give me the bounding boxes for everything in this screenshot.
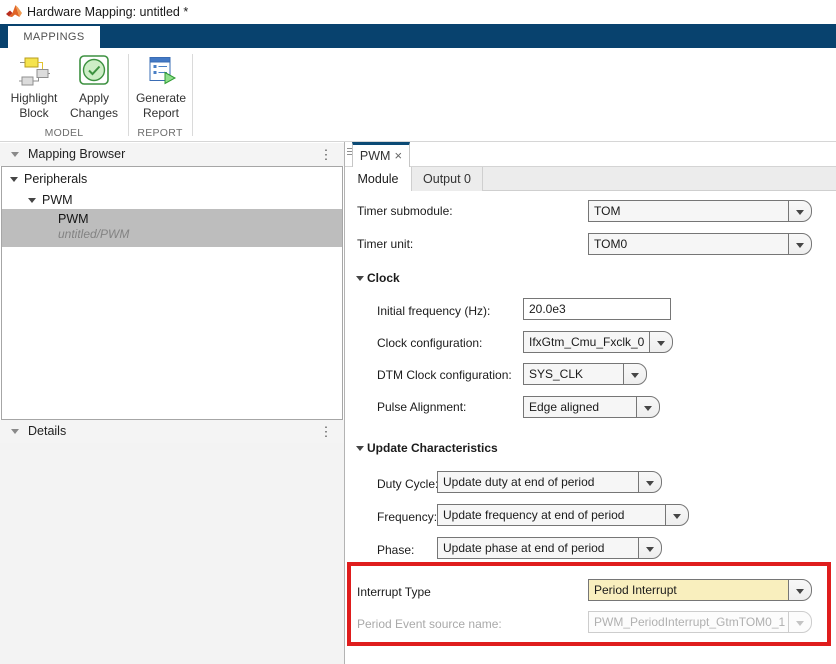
clock-configuration-value[interactable]: IfxGtm_Cmu_Fxclk_0 — [523, 331, 650, 353]
timer-submodule-value[interactable]: TOM — [588, 200, 789, 222]
document-tab-bar: PWM× — [345, 142, 836, 167]
duty-cycle-label: Duty Cycle: — [377, 477, 438, 491]
clock-configuration-select[interactable]: IfxGtm_Cmu_Fxclk_0 — [523, 331, 673, 353]
chevron-down-icon[interactable] — [788, 200, 812, 222]
chevron-down-icon — [788, 611, 812, 633]
initial-frequency-input[interactable] — [523, 298, 671, 320]
toolstrip: Highlight Block Apply Changes Gen — [0, 48, 836, 142]
apply-changes-icon — [78, 54, 110, 86]
tab-module[interactable]: Module — [345, 167, 412, 192]
clock-configuration-label: Clock configuration: — [377, 336, 482, 350]
collapse-triangle-icon[interactable] — [11, 429, 19, 434]
phase-label: Phase: — [377, 543, 414, 557]
expand-triangle-icon[interactable] — [28, 198, 36, 203]
period-event-source-value: PWM_PeriodInterrupt_GtmTOM0_1 — [588, 611, 789, 633]
phase-select[interactable]: Update phase at end of period — [437, 537, 662, 559]
generate-report-icon — [145, 54, 177, 86]
title-bar: Hardware Mapping: untitled * — [0, 0, 836, 24]
chevron-down-icon[interactable] — [638, 471, 662, 493]
phase-value[interactable]: Update phase at end of period — [437, 537, 639, 559]
document-tab-label: PWM — [360, 149, 391, 163]
timer-submodule-select[interactable]: TOM — [588, 200, 812, 222]
generate-report-button[interactable]: Generate Report — [133, 52, 189, 134]
interrupt-type-label: Interrupt Type — [357, 585, 431, 599]
mapping-browser-title: Mapping Browser — [28, 143, 125, 166]
timer-unit-select[interactable]: TOM0 — [588, 233, 812, 255]
window-title: Hardware Mapping: untitled * — [27, 0, 188, 24]
clock-section-title: Clock — [367, 271, 400, 285]
dtm-clock-configuration-label: DTM Clock configuration: — [377, 368, 512, 382]
details-header[interactable]: Details ⋮ — [0, 420, 344, 443]
pulse-alignment-label: Pulse Alignment: — [377, 400, 466, 414]
details-title: Details — [28, 420, 66, 443]
frequency-select[interactable]: Update frequency at end of period — [437, 504, 689, 526]
timer-submodule-label: Timer submodule: — [357, 204, 453, 218]
mapping-browser-header[interactable]: Mapping Browser ⋮ — [0, 143, 344, 166]
pulse-alignment-value[interactable]: Edge aligned — [523, 396, 637, 418]
chevron-down-icon[interactable] — [788, 233, 812, 255]
collapse-triangle-icon[interactable] — [356, 276, 364, 281]
duty-cycle-select[interactable]: Update duty at end of period — [437, 471, 662, 493]
highlight-block-button[interactable]: Highlight Block — [6, 52, 62, 134]
interrupt-type-value[interactable]: Period Interrupt — [588, 579, 789, 601]
selected-item-path: untitled/PWM — [58, 227, 129, 241]
apply-changes-label-1: Apply — [66, 91, 122, 106]
update-characteristics-section-header[interactable]: Update Characteristics — [356, 441, 498, 455]
generate-report-label-2: Report — [133, 106, 189, 121]
tree-item-pwm-selected[interactable]: PWM untitled/PWM — [2, 209, 342, 247]
tree-item-label[interactable]: PWM — [42, 193, 73, 207]
kebab-menu-icon[interactable]: ⋮ — [318, 420, 334, 443]
generate-report-label-1: Generate — [133, 91, 189, 106]
annotation-highlight-box — [347, 562, 831, 646]
chevron-down-icon[interactable] — [638, 537, 662, 559]
collapse-triangle-icon[interactable] — [11, 152, 19, 157]
chevron-down-icon[interactable] — [649, 331, 673, 353]
apply-changes-label-2: Changes — [66, 106, 122, 121]
chevron-down-icon[interactable] — [788, 579, 812, 601]
kebab-menu-icon[interactable]: ⋮ — [318, 143, 334, 166]
hardware-mapping-window: Hardware Mapping: untitled * MAPPINGS Hi… — [0, 0, 836, 664]
clock-section-header[interactable]: Clock — [356, 271, 400, 285]
period-event-source-select: PWM_PeriodInterrupt_GtmTOM0_1 — [588, 611, 812, 633]
tree-item-pwm-group[interactable]: PWM — [2, 192, 342, 210]
duty-cycle-value[interactable]: Update duty at end of period — [437, 471, 639, 493]
toolstrip-divider — [192, 54, 193, 136]
matlab-icon — [6, 4, 22, 20]
chevron-down-icon[interactable] — [623, 363, 647, 385]
highlight-block-icon — [18, 54, 50, 86]
details-body — [0, 443, 344, 664]
chevron-down-icon[interactable] — [636, 396, 660, 418]
mapping-browser-tree: Peripherals PWM PWM untitled/PWM — [1, 166, 343, 420]
apply-changes-button[interactable]: Apply Changes — [66, 52, 122, 134]
close-icon[interactable]: × — [394, 148, 402, 163]
tab-mappings[interactable]: MAPPINGS — [8, 26, 100, 48]
expand-triangle-icon[interactable] — [10, 177, 18, 182]
highlight-block-label-1: Highlight — [6, 91, 62, 106]
toolstrip-divider — [128, 54, 129, 136]
dtm-clock-configuration-select[interactable]: SYS_CLK — [523, 363, 647, 385]
dtm-clock-configuration-value[interactable]: SYS_CLK — [523, 363, 624, 385]
ribbon-bar: MAPPINGS — [0, 24, 836, 48]
tab-pwm-document[interactable]: PWM× — [352, 142, 410, 167]
timer-unit-value[interactable]: TOM0 — [588, 233, 789, 255]
collapse-triangle-icon[interactable] — [356, 446, 364, 451]
frequency-value[interactable]: Update frequency at end of period — [437, 504, 666, 526]
pulse-alignment-select[interactable]: Edge aligned — [523, 396, 660, 418]
update-characteristics-title: Update Characteristics — [367, 441, 498, 455]
period-event-source-label: Period Event source name: — [357, 617, 502, 631]
highlight-block-label-2: Block — [6, 106, 62, 121]
subtab-bar: Module Output 0 — [345, 167, 836, 191]
chevron-down-icon[interactable] — [665, 504, 689, 526]
model-section-label: MODEL — [0, 126, 128, 140]
interrupt-type-select[interactable]: Period Interrupt — [588, 579, 812, 601]
timer-unit-label: Timer unit: — [357, 237, 413, 251]
tree-item-label[interactable]: Peripherals — [24, 172, 87, 186]
frequency-label: Frequency: — [377, 510, 437, 524]
tab-output0[interactable]: Output 0 — [412, 167, 483, 191]
selected-item-name: PWM — [58, 212, 89, 226]
tree-item-peripherals[interactable]: Peripherals — [2, 171, 342, 189]
initial-frequency-label: Initial frequency (Hz): — [377, 304, 490, 318]
report-section-label: REPORT — [128, 126, 192, 140]
